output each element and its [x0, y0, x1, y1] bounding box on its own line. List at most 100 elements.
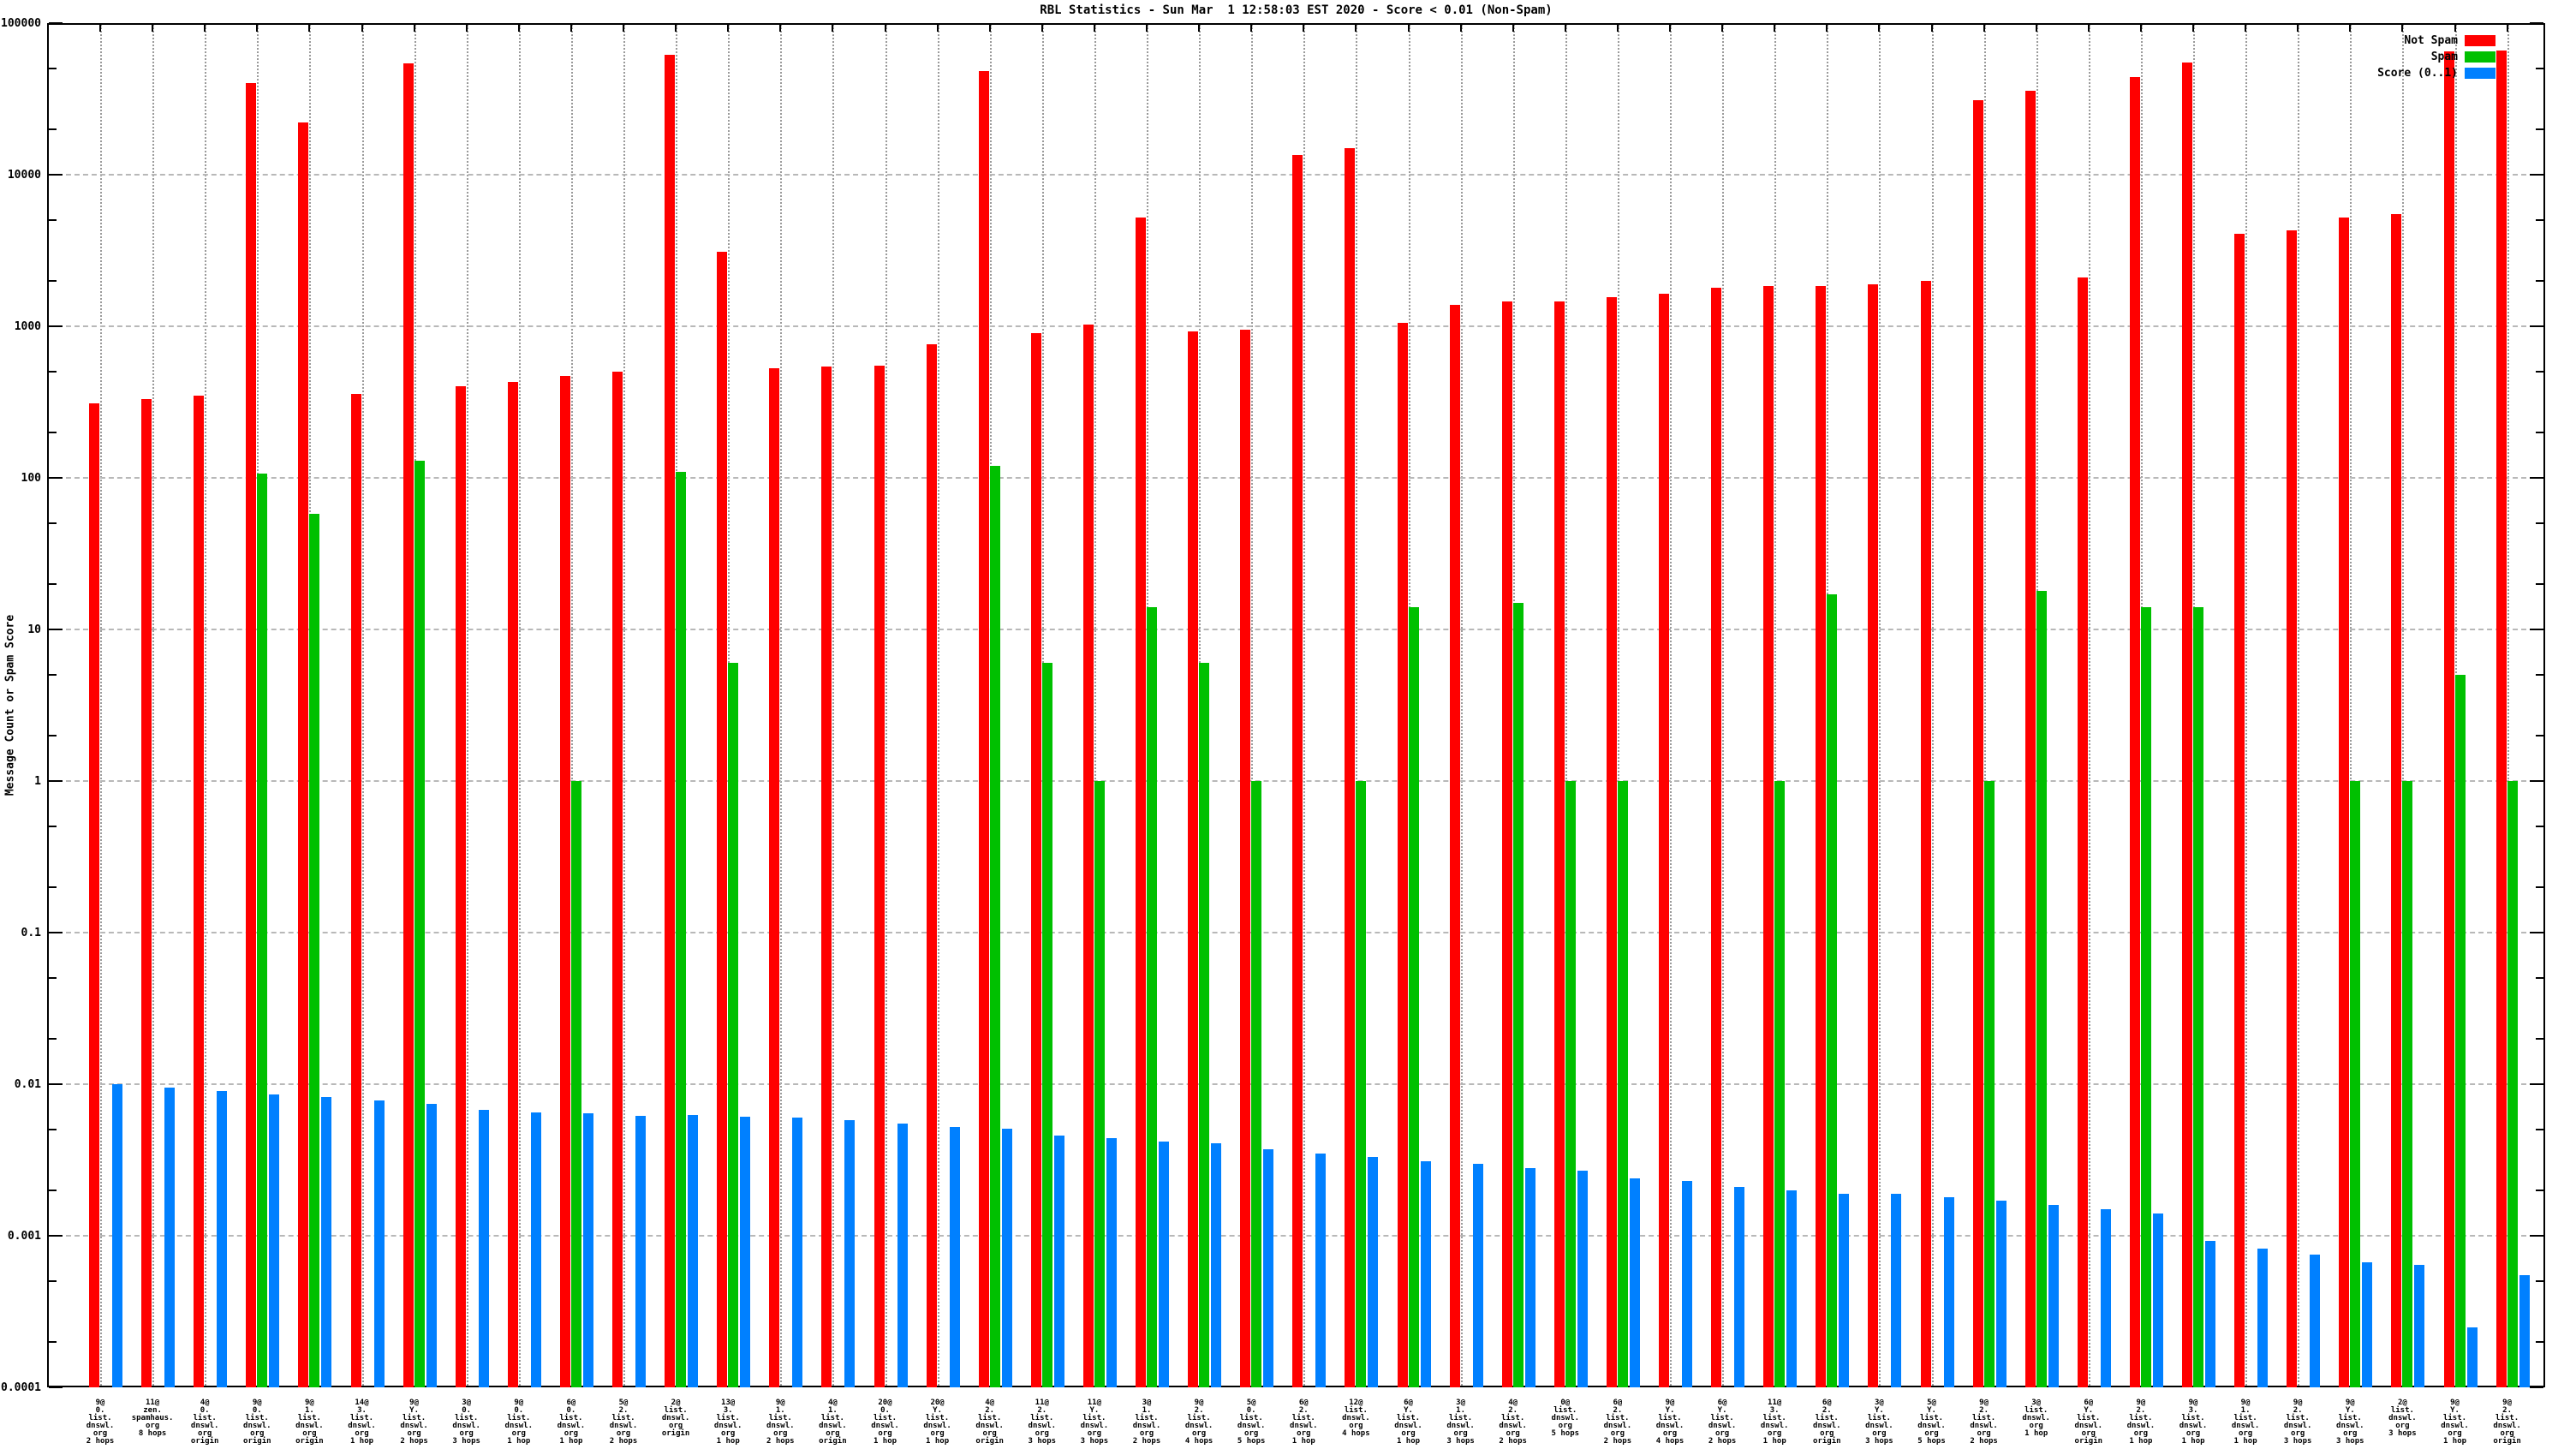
bar-not-spam [2077, 277, 2088, 1387]
bar-score [1943, 1196, 1954, 1387]
x-tick-top [779, 23, 782, 32]
bar-not-spam [2129, 77, 2140, 1387]
x-tick-label: 20@ 0. list. dnswl. org 1 hop [871, 1398, 899, 1446]
bar-score [1839, 1193, 1850, 1387]
y-minor-tick-right [2536, 826, 2543, 828]
bar-spam [414, 460, 425, 1387]
x-tick-label: 9@ 0. list. dnswl. org 1 hop [504, 1398, 534, 1446]
x-tick-top [1930, 23, 1933, 32]
x-tick-label: 6@ Y. list. dnswl. org 2 hops [1708, 1398, 1737, 1446]
y-major-tick-left [49, 1386, 63, 1388]
chart-title: RBL Statistics - Sun Mar 1 12:58:03 EST … [1040, 3, 1553, 17]
y-minor-tick-right [2536, 734, 2543, 736]
x-tick-top [2454, 23, 2456, 32]
x-tick-label: 14@ 3. list. dnswl. org 1 hop [348, 1398, 376, 1446]
y-minor-tick-right [2536, 886, 2543, 888]
x-tick-top [1774, 23, 1776, 32]
bar-not-spam [1449, 305, 1460, 1387]
bar-spam [309, 513, 320, 1387]
y-minor-tick-right [2536, 371, 2543, 373]
x-tick-top [2087, 23, 2090, 32]
legend-label-not-spam: Not Spam [2404, 34, 2458, 47]
bar-not-spam [717, 252, 728, 1387]
x-tick-label: 11@ Y. list. dnswl. org 3 hops [1080, 1398, 1109, 1446]
x-tick-label: 9@ Y. list. dnswl. org 1 hop [2441, 1398, 2469, 1446]
bar-not-spam [455, 386, 466, 1387]
x-tick-label: 9@ Y. list. dnswl. org 4 hops [1655, 1398, 1685, 1446]
vertical-gridline [361, 25, 364, 1386]
x-tick-top [1041, 23, 1043, 32]
bar-spam [2036, 590, 2047, 1387]
vertical-gridline [466, 25, 468, 1386]
x-tick-top [1459, 23, 1462, 32]
bar-not-spam [2496, 50, 2507, 1387]
x-tick-top [2245, 23, 2247, 32]
y-major-tick-left [49, 477, 63, 479]
y-major-tick-right [2530, 174, 2543, 176]
bar-score [1524, 1167, 1535, 1387]
x-tick-label: 9@ 1. list. dnswl. org 2 hops [766, 1398, 795, 1446]
bar-score [1368, 1157, 1379, 1387]
x-tick-label: 2@ list. dnswl. org origin [661, 1398, 690, 1438]
x-tick-top [727, 23, 730, 32]
legend-swatch-score [2465, 68, 2496, 79]
bar-score [1211, 1142, 1222, 1387]
y-tick-label: 1 [34, 775, 41, 788]
x-tick-top [1250, 23, 1253, 32]
bar-spam [2507, 781, 2518, 1387]
y-minor-tick-left [49, 977, 57, 980]
x-tick-top [1093, 23, 1095, 32]
x-tick-top [1826, 23, 1828, 32]
x-tick-top [361, 23, 363, 32]
y-minor-tick-right [2536, 522, 2543, 525]
bar-score [2048, 1204, 2059, 1387]
y-tick-label: 1000 [14, 320, 41, 333]
vertical-gridline [937, 25, 939, 1386]
bar-score [1420, 1161, 1431, 1387]
x-tick-top [308, 23, 311, 32]
x-tick-top [936, 23, 939, 32]
x-tick-top [99, 23, 101, 32]
bar-score [2466, 1327, 2478, 1387]
x-tick-label: 9@ 0. list. dnswl. org 2 hops [86, 1398, 115, 1446]
y-minor-tick-right [2536, 1340, 2543, 1343]
bar-score [844, 1119, 856, 1387]
x-tick-top [1721, 23, 1724, 32]
bar-score [949, 1127, 960, 1387]
x-tick-label: 3@ Y. list. dnswl. org 3 hops [1865, 1398, 1893, 1446]
bar-not-spam [298, 122, 309, 1387]
y-major-tick-left [49, 325, 63, 327]
y-minor-tick-left [49, 674, 57, 677]
bar-score [2257, 1249, 2269, 1387]
x-tick-top [2139, 23, 2142, 32]
y-major-tick-left [49, 174, 63, 176]
x-tick-label: 20@ Y. list. dnswl. org 1 hop [923, 1398, 951, 1446]
bar-not-spam [246, 83, 257, 1387]
bar-not-spam [1816, 285, 1827, 1387]
y-major-tick-left [49, 629, 63, 630]
bar-spam [1774, 781, 1786, 1387]
y-major-tick-right [2530, 22, 2543, 24]
bar-score [1629, 1178, 1640, 1387]
bar-score [1682, 1180, 1692, 1387]
vertical-gridline [832, 25, 835, 1386]
bar-score [1001, 1128, 1012, 1387]
x-tick-label: 11@ 3. list. dnswl. org 1 hop [1760, 1398, 1789, 1446]
bar-score [112, 1084, 122, 1387]
y-major-tick-left [49, 22, 63, 24]
bar-score [792, 1118, 803, 1387]
vertical-gridline [885, 25, 887, 1386]
x-tick-label: 11@ zen. spamhaus. org 8 hops [131, 1398, 174, 1438]
bar-score [2414, 1265, 2425, 1387]
x-tick-top [204, 23, 206, 32]
y-tick-label: 0.1 [21, 927, 41, 939]
bar-not-spam [89, 403, 99, 1387]
bar-not-spam [978, 71, 989, 1387]
x-tick-label: 9@ Y. list. dnswl. org 3 hops [2336, 1398, 2364, 1446]
x-tick-top [2192, 23, 2194, 32]
bar-score [530, 1112, 541, 1387]
bar-score [688, 1114, 699, 1387]
bar-not-spam [1659, 293, 1669, 1387]
bar-not-spam [1188, 331, 1199, 1387]
y-minor-tick-left [49, 431, 57, 433]
